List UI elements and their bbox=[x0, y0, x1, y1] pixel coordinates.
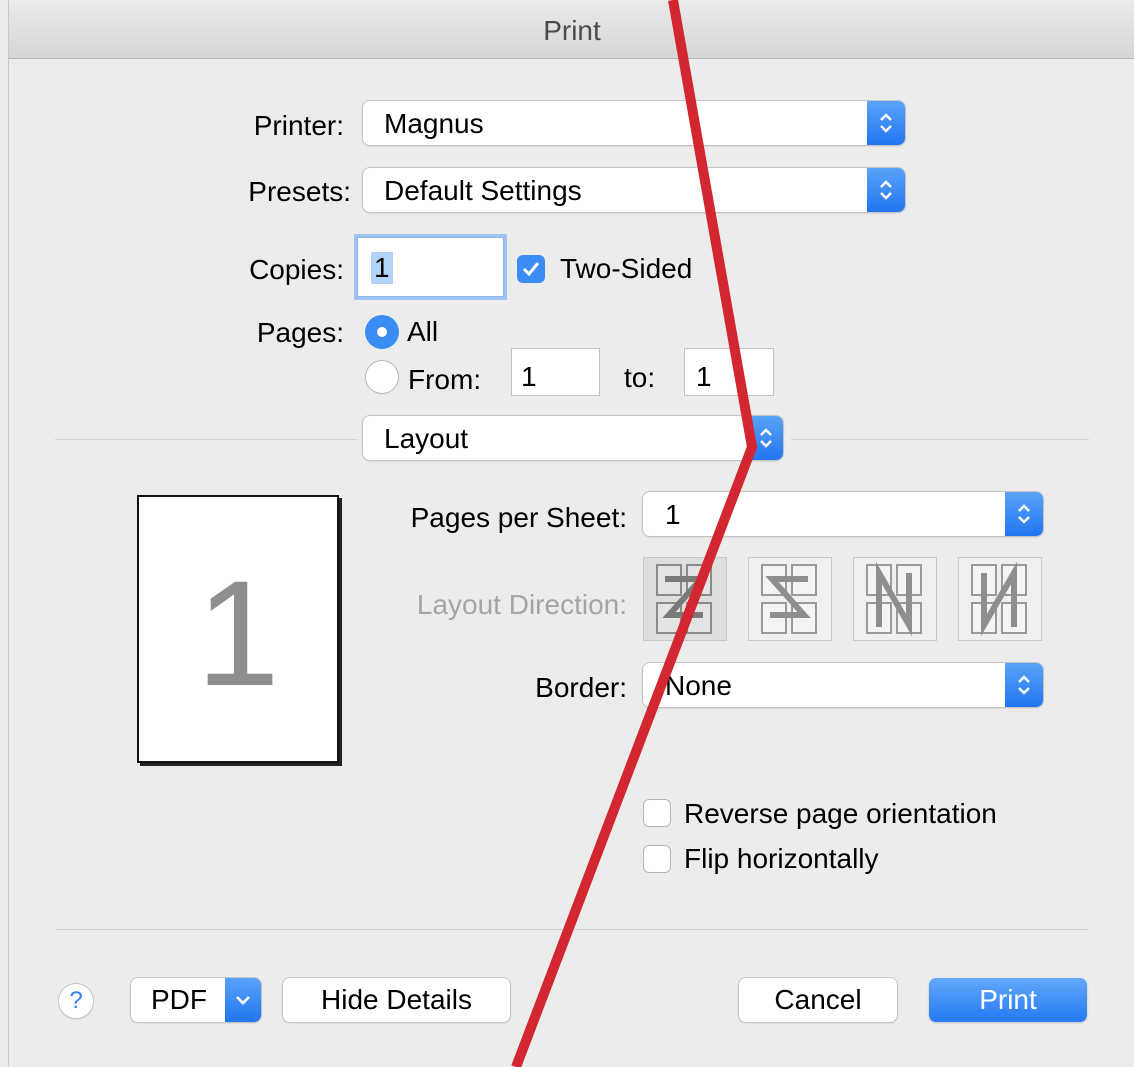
reverse-orientation-checkbox[interactable] bbox=[643, 799, 671, 827]
border-label: Border: bbox=[535, 672, 627, 703]
hide-details-button[interactable]: Hide Details bbox=[283, 978, 510, 1022]
pages-per-sheet-label: Pages per Sheet: bbox=[410, 502, 627, 533]
popup-arrows-icon bbox=[1005, 663, 1043, 707]
presets-popup[interactable]: Default Settings bbox=[363, 168, 905, 212]
window-title: Print bbox=[543, 15, 601, 46]
layout-direction-n-button[interactable] bbox=[853, 557, 937, 641]
layout-direction-z-button[interactable] bbox=[643, 557, 727, 641]
help-button[interactable]: ? bbox=[59, 984, 93, 1018]
reverse-z-order-icon bbox=[761, 564, 817, 634]
pages-all-label: All bbox=[407, 316, 439, 347]
presets-label: Presets: bbox=[248, 176, 351, 207]
reverse-n-order-icon bbox=[971, 561, 1027, 637]
popup-arrows-icon bbox=[867, 168, 905, 212]
pages-to-field[interactable]: 1 bbox=[684, 348, 774, 396]
page-preview: 1 bbox=[137, 495, 339, 763]
flip-horizontally-label: Flip horizontally bbox=[684, 843, 879, 874]
popup-arrows-icon bbox=[747, 416, 783, 460]
layout-direction-label: Layout Direction: bbox=[416, 589, 627, 620]
reverse-orientation-label: Reverse page orientation bbox=[684, 798, 997, 829]
border-value: None bbox=[665, 670, 732, 701]
printer-label: Printer: bbox=[253, 110, 344, 141]
layout-direction-reverse-n-button[interactable] bbox=[958, 557, 1042, 641]
n-order-icon bbox=[866, 561, 922, 637]
pages-per-sheet-popup[interactable]: 1 bbox=[643, 492, 1043, 536]
border-popup[interactable]: None bbox=[643, 663, 1043, 707]
copies-value: 1 bbox=[371, 252, 393, 284]
footer-separator bbox=[55, 929, 1089, 930]
separator bbox=[791, 439, 1089, 440]
title-bar[interactable]: Print bbox=[9, 0, 1134, 59]
layout-direction-reverse-z-button[interactable] bbox=[748, 557, 832, 641]
pages-from-field[interactable]: 1 bbox=[511, 348, 600, 396]
print-button[interactable]: Print bbox=[929, 978, 1087, 1022]
copies-field[interactable]: 1 bbox=[357, 237, 504, 297]
pdf-menu-button[interactable]: PDF bbox=[131, 978, 261, 1022]
two-sided-label: Two-Sided bbox=[560, 253, 693, 284]
separator bbox=[55, 439, 357, 440]
flip-horizontally-checkbox[interactable] bbox=[643, 845, 671, 873]
chevron-down-icon bbox=[225, 978, 261, 1022]
pages-from-label: From: bbox=[408, 364, 482, 395]
printer-value: Magnus bbox=[384, 108, 484, 139]
pages-from-value: 1 bbox=[521, 361, 537, 392]
z-order-icon bbox=[656, 564, 712, 634]
pages-to-label: to: bbox=[624, 362, 656, 393]
pages-per-sheet-value: 1 bbox=[665, 499, 681, 530]
pdf-label: PDF bbox=[151, 984, 207, 1015]
popup-arrows-icon bbox=[1005, 492, 1043, 536]
pages-label: Pages: bbox=[256, 317, 344, 348]
cancel-button[interactable]: Cancel bbox=[739, 978, 897, 1022]
pages-all-radio[interactable] bbox=[365, 315, 399, 349]
section-value: Layout bbox=[384, 423, 469, 454]
pages-from-radio[interactable] bbox=[365, 360, 399, 394]
checkmark-icon bbox=[522, 262, 540, 277]
pages-to-value: 1 bbox=[696, 361, 712, 392]
presets-value: Default Settings bbox=[384, 175, 582, 206]
print-dialog: Print Printer: Magnus Presets: Default S… bbox=[8, 0, 1134, 1067]
two-sided-checkbox[interactable] bbox=[517, 255, 545, 283]
printer-popup[interactable]: Magnus bbox=[363, 101, 905, 145]
preview-page-number: 1 bbox=[196, 549, 280, 717]
copies-label: Copies: bbox=[249, 254, 344, 285]
popup-arrows-icon bbox=[867, 101, 905, 145]
section-popup[interactable]: Layout bbox=[363, 416, 783, 460]
